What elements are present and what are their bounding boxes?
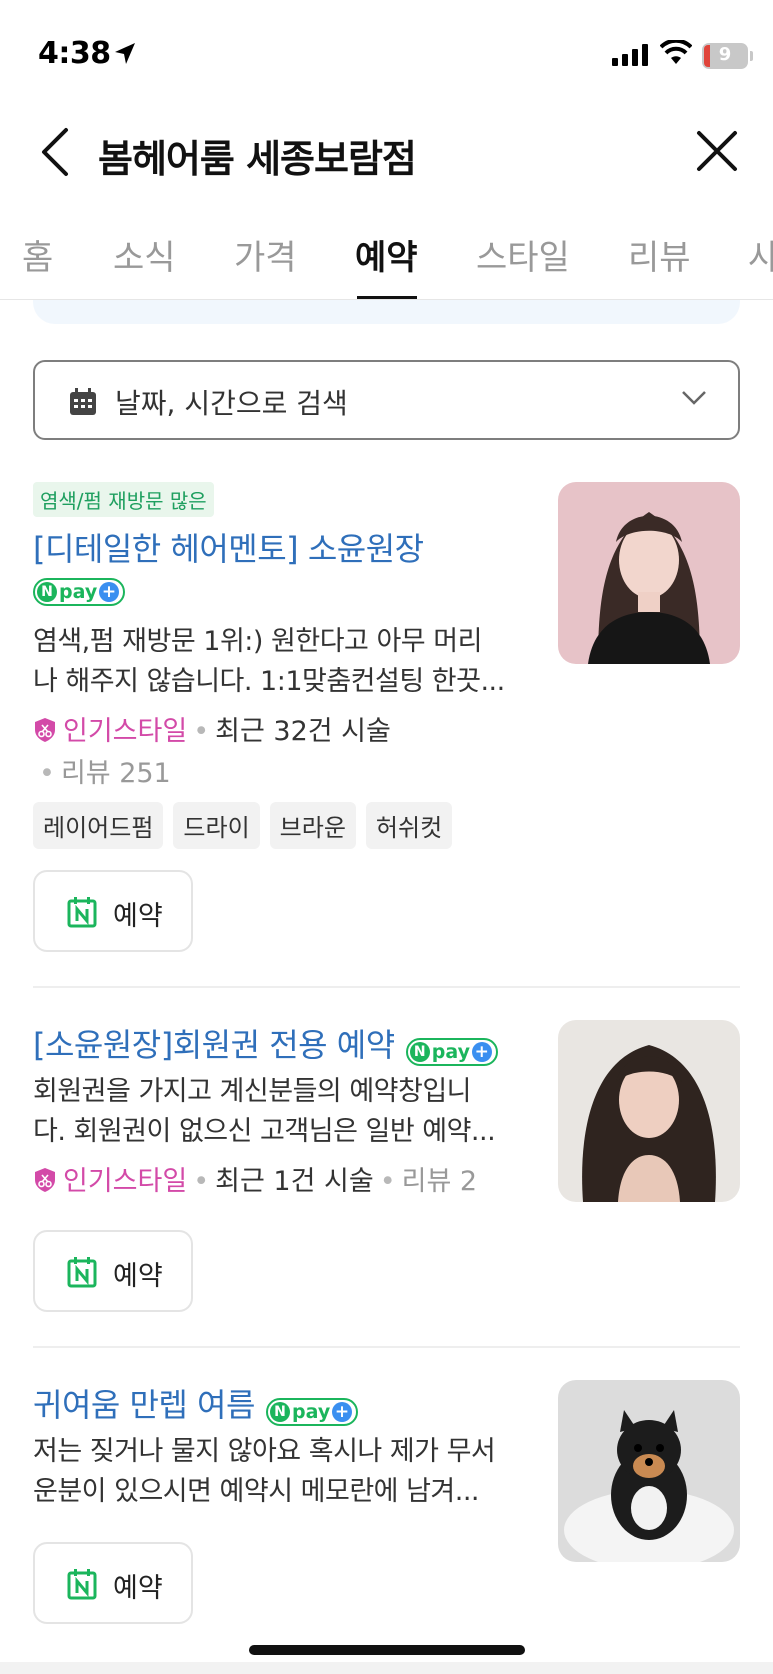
desc-line: 나 해주지 않습니다. 1:1맞춤컨설팅 한끗... — [33, 666, 505, 697]
shield-scissors-icon — [35, 718, 55, 742]
divider — [33, 986, 740, 988]
npay-badge: Npay + — [266, 1397, 359, 1426]
tab-home[interactable]: 홈 — [22, 230, 53, 279]
list-item: [소윤원장]회원권 전용 예약 Npay + 회원권을 가지고 계신분들의 예약창… — [33, 1020, 740, 1320]
tab-reservation[interactable]: 예약 — [355, 230, 418, 279]
back-arrow-icon[interactable] — [36, 126, 76, 178]
desc-line: 염색,펌 재방문 1위:) 원한다고 아무 머리 — [33, 626, 482, 657]
item-title-row: 귀여움 만렙 여름 Npay + — [33, 1380, 359, 1426]
chip[interactable]: 브라운 — [269, 802, 356, 849]
naver-calendar-icon — [67, 1569, 97, 1600]
date-time-search-dropdown[interactable]: 날짜, 시간으로 검색 — [33, 360, 740, 440]
item-description: 염색,펌 재방문 1위:) 원한다고 아무 머리 나 해주지 않습니다. 1:1… — [33, 622, 533, 702]
status-time: 4:38 — [38, 36, 111, 71]
item-title[interactable]: [디테일한 헤어멘토] 소윤원장 — [33, 524, 424, 570]
chip[interactable]: 드라이 — [173, 802, 260, 849]
tab-review[interactable]: 리뷰 — [628, 230, 691, 279]
chevron-down-icon — [682, 391, 706, 405]
stylist-photo[interactable] — [558, 482, 740, 664]
item-description: 저는 짖거나 물지 않아요 혹시나 제가 무서 운분이 있으시면 예약시 메모란… — [33, 1432, 533, 1512]
desc-line: 다. 회원권이 없으신 고객님은 일반 예약... — [33, 1116, 496, 1147]
shield-scissors-icon — [35, 1168, 55, 1192]
reserve-button[interactable]: 예약 — [33, 1542, 193, 1624]
reserve-button-label: 예약 — [113, 1573, 163, 1604]
tab-news[interactable]: 소식 — [113, 230, 176, 279]
list-item: 염색/펌 재방문 많은 [디테일한 헤어멘토] 소윤원장 Npay + 염색,펌 … — [33, 482, 740, 952]
npay-badge: Npay + — [405, 1037, 498, 1066]
header: 봄헤어룸 세종보람점 — [0, 100, 773, 208]
battery-icon: 9 — [702, 43, 748, 69]
style-chips: 레이어드펌 드라이 브라운 허쉬컷 — [33, 802, 462, 849]
item-title-row: [소윤원장]회원권 전용 예약 Npay + — [33, 1020, 498, 1066]
item-meta: 인기스타일 • 최근 32건 시술 — [33, 712, 391, 752]
wifi-icon — [660, 40, 692, 64]
item-meta-review: • 리뷰 251 — [39, 758, 171, 789]
list-item: 귀여움 만렙 여름 Npay + 저는 짖거나 물지 않아요 혹시나 제가 무서 … — [33, 1380, 740, 1630]
reserve-button-label: 예약 — [113, 901, 163, 932]
chip[interactable]: 허쉬컷 — [365, 802, 453, 849]
dog-photo[interactable] — [558, 1380, 740, 1562]
review-count: 리뷰 251 — [60, 758, 171, 789]
chip[interactable]: 레이어드펌 — [33, 802, 164, 849]
stylist-photo[interactable] — [558, 1020, 740, 1202]
reserve-button-label: 예약 — [113, 1261, 163, 1292]
item-title[interactable]: 귀여움 만렙 여름 — [33, 1386, 255, 1424]
battery-nub — [750, 51, 753, 61]
item-description: 회원권을 가지고 계신분들의 예약창입니 다. 회원권이 없으신 고객님은 일반… — [33, 1072, 533, 1152]
tab-price[interactable]: 가격 — [234, 230, 297, 279]
desc-line: 회원권을 가지고 계신분들의 예약창입니 — [33, 1076, 472, 1107]
desc-line: 운분이 있으시면 예약시 메모란에 남겨... — [33, 1476, 480, 1507]
home-indicator[interactable] — [249, 1645, 525, 1655]
banner-card-remnant — [33, 300, 740, 324]
npay-badge: Npay + — [33, 578, 125, 606]
date-search-label: 날짜, 시간으로 검색 — [115, 387, 348, 420]
popular-style-label: 인기스타일 — [63, 716, 188, 747]
revisit-badge: 염색/펌 재방문 많은 — [33, 482, 214, 517]
status-bar: 4:38 9 — [0, 0, 773, 100]
tab-style[interactable]: 스타일 — [476, 230, 570, 279]
recent-count: 최근 32건 시술 — [215, 716, 391, 747]
item-meta: 인기스타일 • 최근 1건 시술 • 리뷰 2 — [33, 1162, 477, 1202]
tab-more[interactable]: 사 — [748, 230, 773, 279]
bottom-band — [0, 1662, 773, 1674]
reserve-button[interactable]: 예약 — [33, 870, 193, 952]
calendar-icon — [70, 388, 96, 415]
page-title: 봄헤어룸 세종보람점 — [98, 137, 417, 181]
location-arrow-icon — [115, 43, 135, 64]
popular-style-label: 인기스타일 — [63, 1166, 188, 1197]
reserve-button[interactable]: 예약 — [33, 1230, 193, 1312]
desc-line: 저는 짖거나 물지 않아요 혹시나 제가 무서 — [33, 1436, 496, 1467]
battery-level: 9 — [718, 44, 732, 65]
close-icon[interactable] — [696, 130, 738, 172]
item-title[interactable]: [소윤원장]회원권 전용 예약 — [33, 1026, 395, 1064]
tab-bar: 홈 소식 가격 예약 스타일 리뷰 사 — [0, 208, 773, 300]
signal-icon — [612, 44, 648, 66]
review-count: 리뷰 2 — [401, 1166, 478, 1197]
divider — [33, 1346, 740, 1348]
naver-calendar-icon — [67, 897, 97, 928]
recent-count: 최근 1건 시술 — [215, 1166, 374, 1197]
naver-calendar-icon — [67, 1257, 97, 1288]
